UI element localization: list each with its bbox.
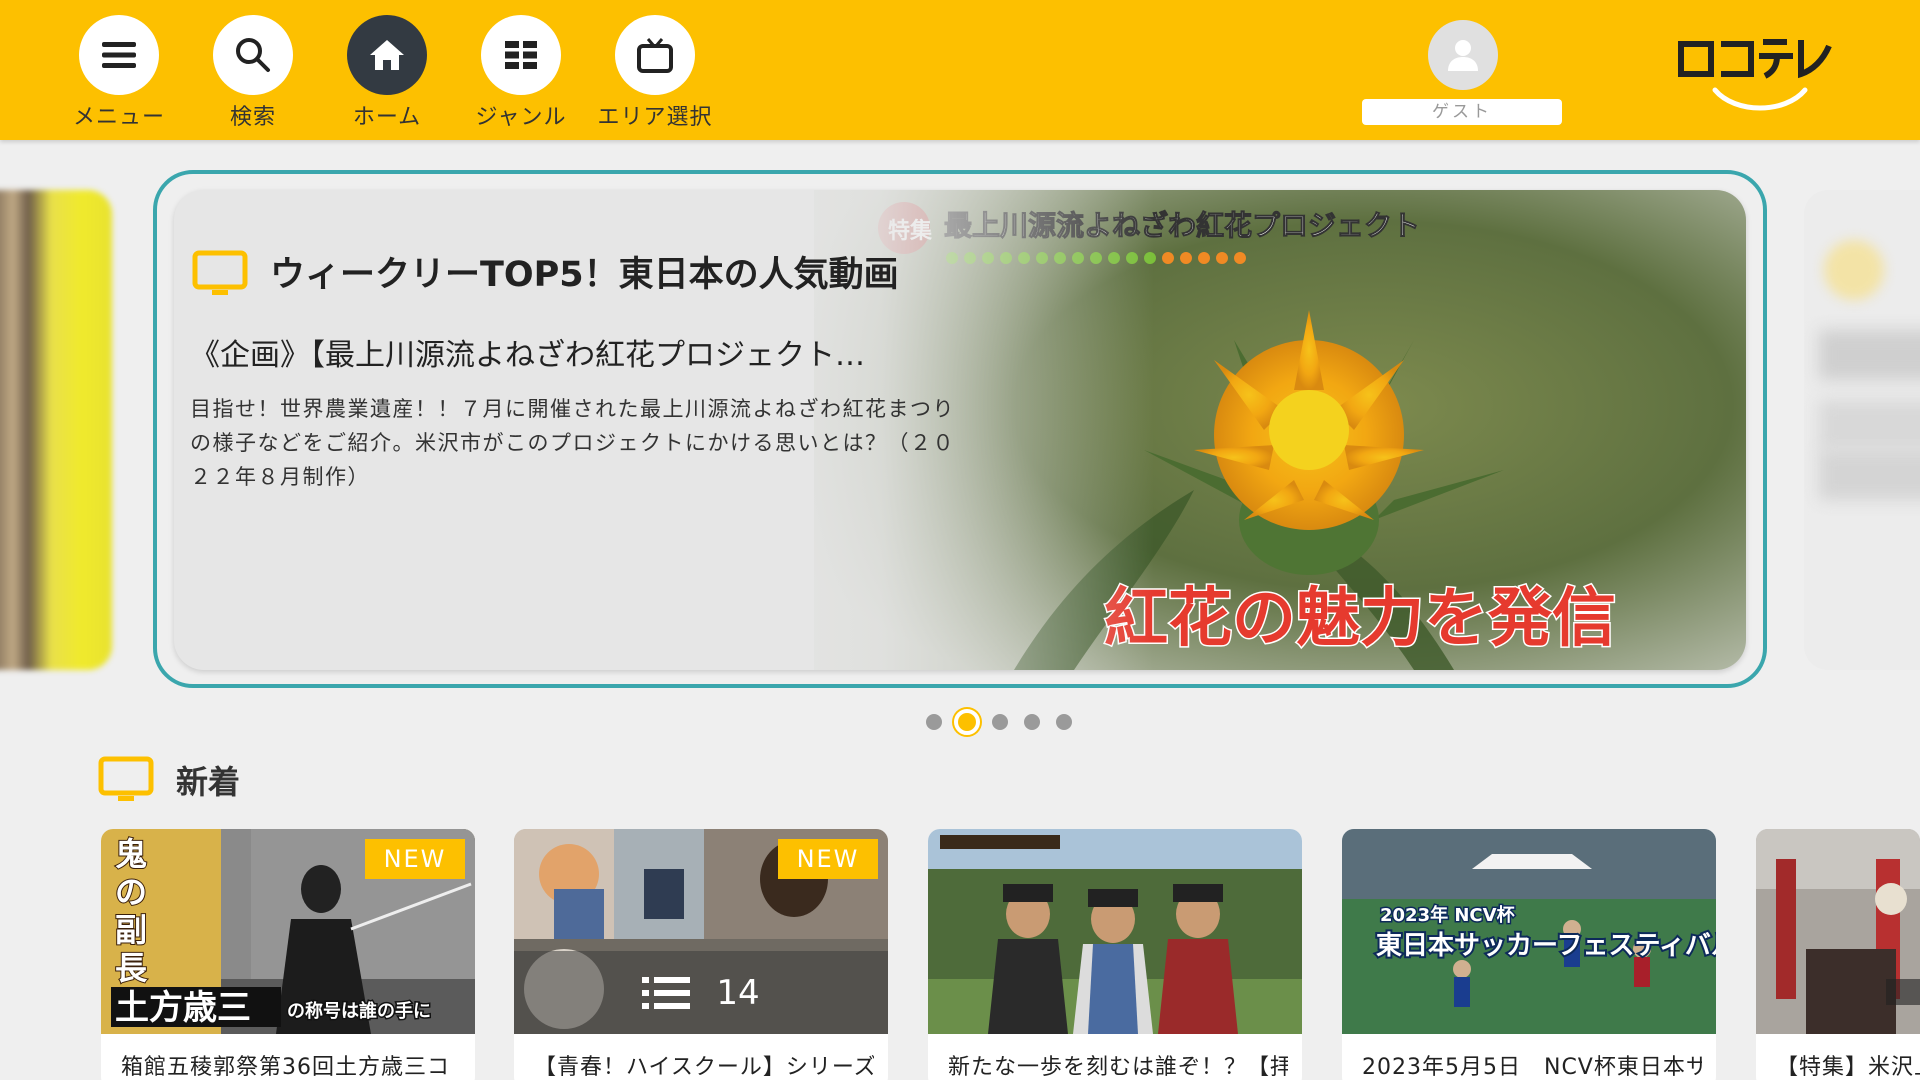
video-thumbnail: 2023年 NCV杯 東日本サッカーフェスティバル	[1342, 829, 1716, 1034]
new-badge: NEW	[778, 839, 878, 879]
svg-text:土方歳三: 土方歳三	[115, 988, 251, 1028]
menu-button[interactable]: メニュー	[44, 15, 194, 133]
carousel-prev-card[interactable]	[0, 190, 112, 670]
carousel-indicator	[918, 709, 1080, 735]
new-badge: NEW	[365, 839, 465, 879]
area-select-label: エリア選択	[597, 105, 713, 130]
video-card[interactable]: 【特集】米沢上杉	[1756, 829, 1920, 1080]
hero-card[interactable]: 特集 最上川源流よねざわ紅花プロジェクト 紅花の魅力を発信 ウィークリーTOP5…	[174, 190, 1746, 670]
user-icon	[1428, 20, 1498, 90]
hero-title: ウィークリーTOP5！東日本の人気動画	[270, 255, 899, 295]
video-title: 箱館五稜郭祭第36回土方歳三コ	[121, 1055, 450, 1080]
carousel-dot-active[interactable]	[954, 709, 980, 735]
top-header: メニュー 検索 ホーム ジャンル エリア選択 ゲスト	[0, 0, 1920, 140]
playlist-overlay: 14	[514, 951, 888, 1034]
menu-label: メニュー	[72, 105, 165, 130]
video-title: 2023年5月5日 NCV杯東日本サ	[1362, 1055, 1702, 1080]
video-card[interactable]: 2023年 NCV杯 東日本サッカーフェスティバル 2023年5月5日 NCV杯…	[1342, 829, 1716, 1080]
genre-button[interactable]: ジャンル	[446, 15, 596, 133]
svg-text:の称号は誰の手に: の称号は誰の手に	[287, 1000, 431, 1022]
svg-text:副: 副	[115, 911, 147, 949]
image-caption-main: 紅花の魅力を発信	[1104, 581, 1616, 656]
svg-text:の: の	[115, 873, 147, 911]
genre-label: ジャンル	[475, 105, 567, 130]
hero-subtitle: 《企画》【最上川源流よねざわ紅花プロジェクト…	[190, 338, 865, 373]
menu-icon	[79, 15, 159, 95]
video-card[interactable]: 新たな一歩を刻むは誰ぞ！？【拝	[928, 829, 1302, 1080]
playlist-count: 14	[716, 972, 760, 1013]
tv-icon	[192, 250, 248, 300]
carousel-next-card[interactable]	[1804, 190, 1920, 670]
search-button[interactable]: 検索	[178, 15, 328, 133]
guest-label: ゲスト	[1362, 99, 1562, 125]
svg-text:長: 長	[115, 949, 148, 987]
svg-text:2023年 NCV杯: 2023年 NCV杯	[1380, 904, 1516, 926]
carousel-dot[interactable]	[992, 714, 1008, 730]
playlist-icon	[642, 976, 691, 1009]
video-title: 【特集】米沢上杉	[1776, 1055, 1920, 1080]
home-icon	[347, 15, 427, 95]
grid-icon	[481, 15, 561, 95]
video-title: 【青春！ハイスクール】シリーズ	[534, 1055, 874, 1080]
carousel-dot[interactable]	[926, 714, 942, 730]
video-thumbnail	[928, 829, 1302, 1034]
locotele-logo[interactable]	[1675, 30, 1835, 120]
area-select-button[interactable]: エリア選択	[580, 15, 730, 133]
video-card[interactable]: 鬼 の 副 長 土方歳三 の称号は誰の手に NEW 箱館五稜郭祭第36回土方歳三…	[101, 829, 475, 1080]
section-title-new: 新着	[176, 763, 241, 801]
carousel-dot[interactable]	[1024, 714, 1040, 730]
video-title: 新たな一歩を刻むは誰ぞ！？【拝	[948, 1055, 1288, 1080]
tv-icon	[98, 756, 154, 806]
playlist-card[interactable]: 14 NEW 【青春！ハイスクール】シリーズ	[514, 829, 888, 1080]
home-button[interactable]: ホーム	[312, 15, 462, 133]
hero-description: 目指せ！世界農業遺産！！７月に開催された最上川源流よねざわ紅花まつりの様子などを…	[190, 397, 955, 489]
home-label: ホーム	[352, 105, 422, 130]
svg-text:鬼: 鬼	[115, 835, 147, 873]
svg-text:東日本サッカーフェスティバル: 東日本サッカーフェスティバル	[1376, 931, 1716, 961]
search-icon	[213, 15, 293, 95]
search-label: 検索	[229, 105, 276, 130]
guest-account[interactable]: ゲスト	[1360, 20, 1562, 125]
video-thumbnail	[1756, 829, 1920, 1034]
tv-icon	[615, 15, 695, 95]
carousel-dot[interactable]	[1056, 714, 1072, 730]
